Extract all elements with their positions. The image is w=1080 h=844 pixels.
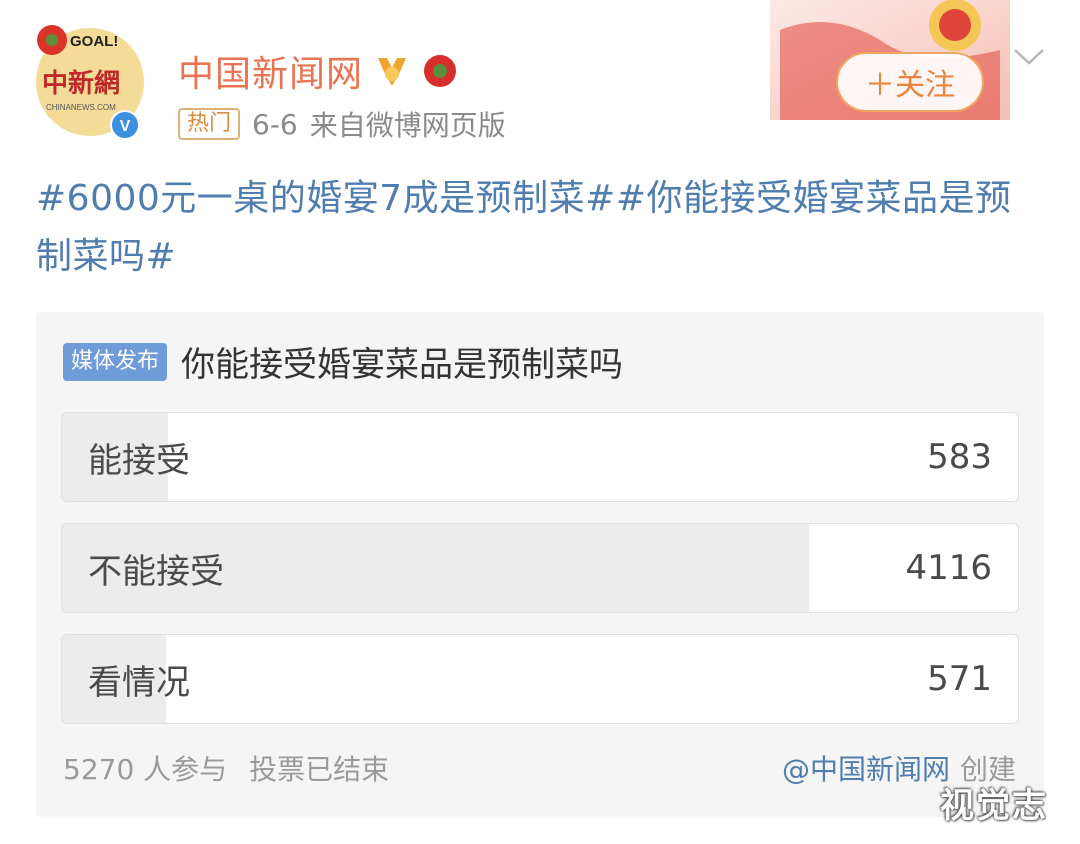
poll-option-accept[interactable]: 能接受 583 xyxy=(61,412,1019,502)
poll-title: 你能接受婚宴菜品是预制菜吗 xyxy=(181,345,624,385)
follow-button[interactable]: ＋关注 xyxy=(836,52,984,112)
poll-header: 媒体发布 你能接受婚宴菜品是预制菜吗 xyxy=(63,337,623,386)
hot-tag: 热门 xyxy=(178,108,241,140)
option-count: 4116 xyxy=(905,548,992,588)
post-meta: 热门 6-6 来自微博网页版 xyxy=(178,106,506,142)
poll-card: 媒体发布 你能接受婚宴菜品是预制菜吗 能接受 583 不能接受 4116 看情况… xyxy=(36,312,1044,817)
watermark-text: 视觉志 xyxy=(940,786,1048,826)
svg-text:中新網: 中新網 xyxy=(42,68,120,99)
account-name[interactable]: 中国新闻网 xyxy=(178,45,363,97)
post-hashtag-text[interactable]: #6000元一桌的婚宴7成是预制菜##你能接受婚宴菜品是预制菜吗# xyxy=(36,170,1046,286)
verified-icon: V xyxy=(110,110,140,140)
option-label: 能接受 xyxy=(88,440,190,481)
creator-link[interactable]: @中国新闻网 xyxy=(782,748,950,788)
account-name-row: 中国新闻网 xyxy=(178,46,459,96)
option-count: 571 xyxy=(927,659,992,699)
option-count: 583 xyxy=(927,437,992,477)
poll-option-depends[interactable]: 看情况 571 xyxy=(61,634,1019,724)
media-badge: 媒体发布 xyxy=(63,342,168,381)
svg-text:CHINANEWS.COM: CHINANEWS.COM xyxy=(46,103,116,112)
poll-option-reject[interactable]: 不能接受 4116 xyxy=(61,523,1019,613)
medal-icon xyxy=(378,58,407,86)
post-source: 来自微博网页版 xyxy=(309,109,506,142)
poll-status: 投票已结束 xyxy=(249,753,390,786)
svg-text:GOAL!: GOAL! xyxy=(70,33,118,50)
flower-icon xyxy=(424,55,457,87)
post-date: 6-6 xyxy=(252,107,298,141)
dropdown-chevron-icon[interactable] xyxy=(1012,46,1046,68)
svg-text:V: V xyxy=(120,118,131,135)
account-avatar[interactable]: GOAL! 中新網 CHINANEWS.COM V xyxy=(30,20,150,140)
option-label: 不能接受 xyxy=(88,551,224,592)
option-label: 看情况 xyxy=(88,662,190,703)
participant-count: 5270 人参与 xyxy=(63,753,228,786)
poll-footer-stats: 5270 人参与 投票已结束 xyxy=(63,748,389,788)
